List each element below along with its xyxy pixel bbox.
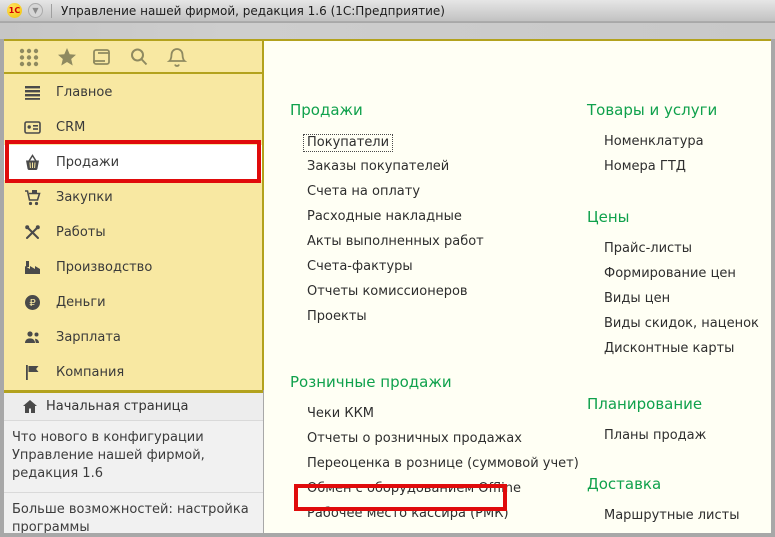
sidebar-item-kompaniya[interactable]: Компания [4,355,262,390]
section-sidebar: Главное CRM Продажи Закупки Работы Произ… [4,41,262,390]
link-formirovanie-cen[interactable]: Формирование цен [604,266,767,291]
toolbar-divider [4,72,262,74]
sidebar-item-dengi[interactable]: ₽ Деньги [4,285,262,320]
link-otchety-komissionerov[interactable]: Отчеты комиссионеров [307,284,552,309]
flag-icon [24,364,41,381]
sidebar-item-label: Производство [56,260,153,275]
favorites-star-icon[interactable] [56,46,78,68]
section-title-planirovanie: Планирование [587,395,703,413]
link-vidy-cen[interactable]: Виды цен [604,291,767,316]
link-proekty[interactable]: Проекты [307,309,552,334]
history-scroll-icon[interactable] [90,46,112,68]
link-pereocenka-v-roznice[interactable]: Переоценка в рознице (суммовой учет) [307,456,579,481]
link-scheta-na-oplatu[interactable]: Счета на оплату [307,184,552,209]
contact-card-icon [24,119,41,136]
section-title-roznichnye-prodazhi: Розничные продажи [290,373,452,391]
section-title-ceny: Цены [587,208,630,226]
app-window: 1С ▼ Управление нашей фирмой, редакция 1… [0,0,775,537]
window-frame [0,533,775,537]
sidebar-item-zarplata[interactable]: Зарплата [4,320,262,355]
more-features-link[interactable]: Больше возможностей: настройка программы [12,501,256,537]
link-plany-prodazh[interactable]: Планы продаж [604,428,767,453]
tools-icon [24,224,41,241]
section-title-dostavka: Доставка [587,475,662,493]
section-title-prodazhi: Продажи [290,101,363,119]
sidebar-item-label: CRM [56,120,86,135]
link-marshrutnye-listy[interactable]: Маршрутные листы [604,508,767,533]
link-prais-listy[interactable]: Прайс-листы [604,241,767,266]
1c-logo-icon: 1С [7,3,22,18]
link-list: Планы продаж [604,428,767,453]
apps-grid-icon[interactable] [18,46,40,68]
column-goods: Товары и услуги Номенклатура Номера ГТД … [585,101,767,533]
link-vidy-skidok-nacenok[interactable]: Виды скидок, наценок [604,316,767,341]
link-zakazy-pokupatelei[interactable]: Заказы покупателей [307,159,552,184]
sidebar-item-label: Главное [56,85,113,100]
people-icon [24,329,41,346]
link-nomenklatura[interactable]: Номенклатура [604,134,767,159]
link-nomera-gtd[interactable]: Номера ГТД [604,159,767,184]
link-list: Маршрутные листы [604,508,767,533]
sidebar-item-label: Зарплата [56,330,121,345]
sidebar-item-label: Закупки [56,190,113,205]
link-otchety-o-roznichnyh-prodazhah[interactable]: Отчеты о розничных продажах [307,431,552,456]
cart-icon [24,189,41,206]
sidebar-item-glavnoe[interactable]: Главное [4,75,262,110]
link-list: Прайс-листы Формирование цен Виды цен Ви… [604,241,767,366]
home-panel: Начальная страница Что нового в конфигур… [4,393,263,535]
link-list: Покупатели Заказы покупателей Счета на о… [303,134,552,334]
svg-text:₽: ₽ [29,298,36,309]
sidebar-item-label: Деньги [56,295,106,310]
column-sales: Продажи Покупатели Заказы покупателей Сч… [288,101,579,533]
divider [4,492,263,493]
quick-toolbar [4,41,262,72]
section-title-tovary-i-uslugi: Товары и услуги [587,101,718,119]
window-frame [0,39,4,537]
sidebar-item-label: Компания [56,365,125,380]
link-cheki-kkm[interactable]: Чеки ККМ [307,406,552,431]
annotation-box-sales [5,140,261,183]
link-list: Чеки ККМ Отчеты о розничных продажах Пер… [307,406,579,531]
sidebar-menu: Главное CRM Продажи Закупки Работы Произ… [4,75,262,390]
ruble-coin-icon: ₽ [24,294,41,311]
menu-lines-icon [24,84,41,101]
window-title: Управление нашей фирмой, редакция 1.6 (1… [61,3,445,18]
home-page-label: Начальная страница [46,399,189,414]
sidebar-item-proizvodstvo[interactable]: Производство [4,250,262,285]
sidebar-item-zakupki[interactable]: Закупки [4,180,262,215]
window-frame [771,39,775,537]
sidebar-item-label: Работы [56,225,106,240]
window-menu-button[interactable]: ▼ [28,3,43,18]
command-panel: Продажи Покупатели Заказы покупателей Сч… [264,41,771,533]
annotation-box-rmk [294,484,507,511]
home-page-button[interactable]: Начальная страница [4,393,263,420]
link-diskontnye-karty[interactable]: Дисконтные карты [604,341,767,366]
whats-new-link[interactable]: Что нового в конфигурации Управление наш… [12,429,256,483]
link-rashodnye-nakladnye[interactable]: Расходные накладные [307,209,552,234]
notifications-bell-icon[interactable] [166,46,188,68]
focused-link[interactable]: Покупатели [303,134,394,152]
link-pokupateli[interactable]: Покупатели [303,134,552,159]
divider [4,420,263,421]
link-scheta-faktury[interactable]: Счета-фактуры [307,259,552,284]
sidebar-item-raboty[interactable]: Работы [4,215,262,250]
title-bar: 1С ▼ Управление нашей фирмой, редакция 1… [0,0,775,22]
link-list: Номенклатура Номера ГТД [604,134,767,184]
titlebar-separator [51,3,52,18]
search-icon[interactable] [128,46,150,68]
home-icon [22,399,38,414]
factory-icon [24,259,41,276]
chrome-strip [0,23,775,39]
link-akty-vypolnennyh-rabot[interactable]: Акты выполненных работ [307,234,552,259]
